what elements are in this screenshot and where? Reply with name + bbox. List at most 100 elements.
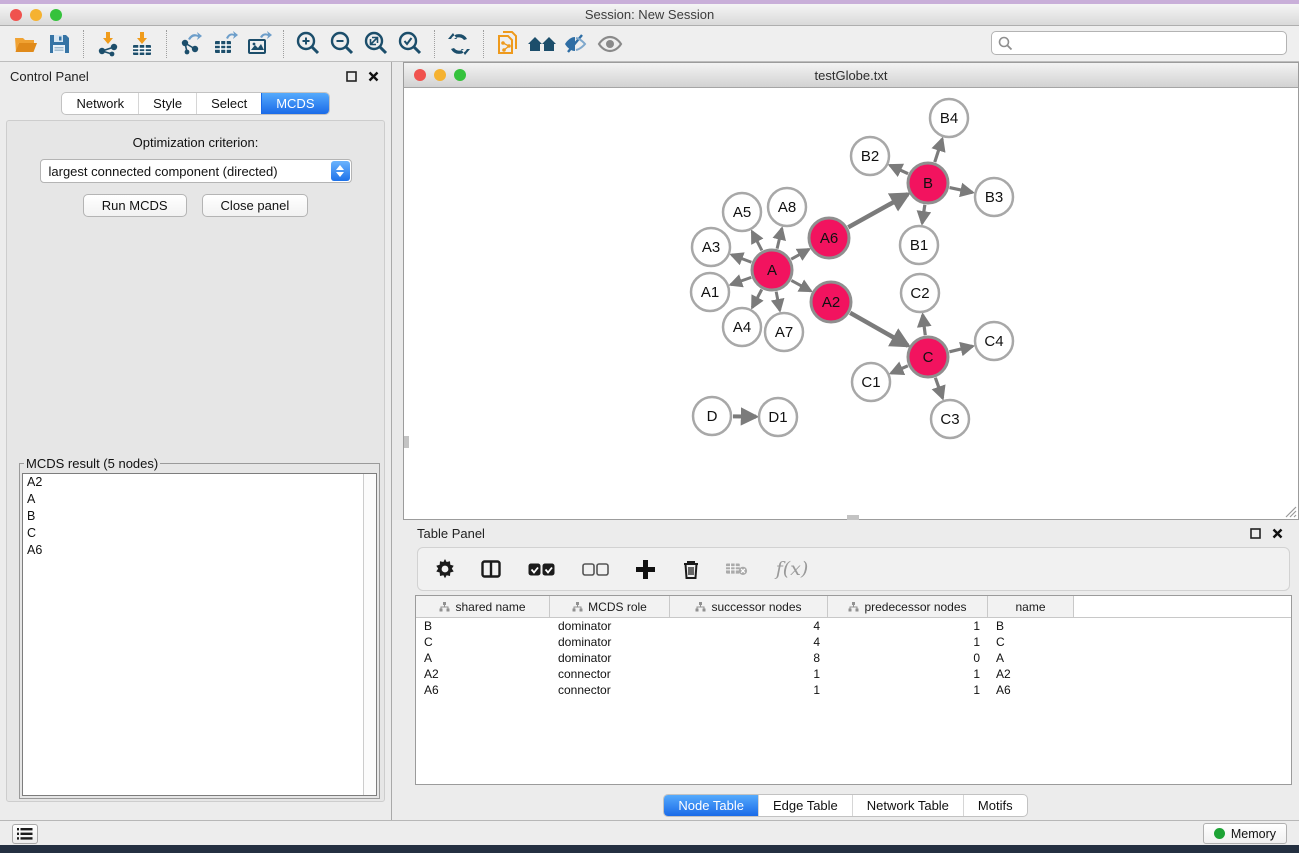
graph-edge-A-A5[interactable] <box>752 232 762 251</box>
search-input[interactable] <box>991 31 1287 55</box>
graph-edge-B-B4[interactable] <box>935 139 942 162</box>
table-cell[interactable]: connector <box>550 682 670 698</box>
table-cell[interactable]: 1 <box>670 682 828 698</box>
show-graphics-details-icon[interactable] <box>593 29 627 59</box>
criterion-select[interactable]: largest connected component (directed) <box>40 159 352 183</box>
graph-edge-B-B2[interactable] <box>890 165 908 173</box>
result-list-item[interactable]: B <box>23 508 376 525</box>
table-close-panel-icon[interactable] <box>1269 525 1285 541</box>
table-cell[interactable]: 1 <box>828 682 988 698</box>
resize-grip-icon[interactable] <box>1283 504 1297 518</box>
table-cell[interactable]: 1 <box>828 634 988 650</box>
tab-network[interactable]: Network <box>62 93 138 114</box>
tab-select[interactable]: Select <box>196 93 261 114</box>
graph-node-C4[interactable]: C4 <box>975 322 1013 360</box>
import-network-icon[interactable] <box>91 29 125 59</box>
copy-network-icon[interactable] <box>491 29 525 59</box>
graph-node-A6[interactable]: A6 <box>809 218 849 258</box>
column-header-predecessor-nodes[interactable]: predecessor nodes <box>828 596 988 617</box>
network-graph[interactable]: AA1A2A3A4A5A6A7A8BB1B2B3B4CC1C2C3C4DD1 <box>404 88 1298 518</box>
zoom-fit-icon[interactable] <box>359 29 393 59</box>
graph-edge-A-A4[interactable] <box>752 289 762 307</box>
table-row[interactable]: A2connector11A2 <box>416 666 1291 682</box>
table-cell[interactable]: 1 <box>828 618 988 634</box>
result-list-item[interactable]: C <box>23 525 376 542</box>
table-cell[interactable]: A6 <box>416 682 550 698</box>
memory-button[interactable]: Memory <box>1203 823 1287 844</box>
close-panel-icon[interactable] <box>365 68 381 84</box>
graph-edge-A2-C[interactable] <box>850 313 908 346</box>
column-header-successor-nodes[interactable]: successor nodes <box>670 596 828 617</box>
result-list-scrollbar[interactable] <box>363 474 376 795</box>
export-network-icon[interactable] <box>174 29 208 59</box>
graph-edge-A-A2[interactable] <box>791 280 810 291</box>
tab-mcds[interactable]: MCDS <box>261 93 328 114</box>
result-list-item[interactable]: A <box>23 491 376 508</box>
graph-node-A5[interactable]: A5 <box>723 193 761 231</box>
table-cell[interactable]: A <box>988 650 1074 666</box>
graph-node-B1[interactable]: B1 <box>900 226 938 264</box>
graph-edge-C-C4[interactable] <box>949 346 972 352</box>
change-table-mode-icon[interactable] <box>480 558 502 580</box>
home-views-icon[interactable] <box>525 29 559 59</box>
zoom-in-icon[interactable] <box>291 29 325 59</box>
hide-graphics-details-icon[interactable] <box>559 29 593 59</box>
table-cell[interactable]: C <box>988 634 1074 650</box>
node-table[interactable]: shared nameMCDS rolesuccessor nodesprede… <box>415 595 1292 785</box>
tab-style[interactable]: Style <box>138 93 196 114</box>
table-row[interactable]: A6connector11A6 <box>416 682 1291 698</box>
column-header-shared-name[interactable]: shared name <box>416 596 550 617</box>
graph-node-A4[interactable]: A4 <box>723 308 761 346</box>
table-cell[interactable]: 4 <box>670 618 828 634</box>
unselect-all-columns-icon[interactable] <box>580 558 610 580</box>
graph-edge-A-A1[interactable] <box>731 277 752 284</box>
zoom-out-icon[interactable] <box>325 29 359 59</box>
graph-node-A[interactable]: A <box>752 250 792 290</box>
graph-node-A8[interactable]: A8 <box>768 188 806 226</box>
graph-node-D[interactable]: D <box>693 397 731 435</box>
table-settings-gear-icon[interactable] <box>434 558 456 580</box>
graph-node-C3[interactable]: C3 <box>931 400 969 438</box>
create-column-icon[interactable] <box>634 558 656 580</box>
export-table-icon[interactable] <box>208 29 242 59</box>
table-cell[interactable]: A2 <box>416 666 550 682</box>
graph-node-B3[interactable]: B3 <box>975 178 1013 216</box>
graph-edge-A-A3[interactable] <box>732 255 752 262</box>
export-image-icon[interactable] <box>242 29 276 59</box>
graph-node-C2[interactable]: C2 <box>901 274 939 312</box>
table-cell[interactable]: dominator <box>550 618 670 634</box>
run-mcds-button[interactable]: Run MCDS <box>83 194 187 217</box>
graph-edge-C-C2[interactable] <box>923 315 926 335</box>
close-panel-button[interactable]: Close panel <box>202 194 309 217</box>
open-folder-icon[interactable] <box>8 29 42 59</box>
graph-edge-A-A6[interactable] <box>791 249 809 259</box>
table-cell[interactable]: A2 <box>988 666 1074 682</box>
table-cell[interactable]: 4 <box>670 634 828 650</box>
table-cell[interactable]: dominator <box>550 634 670 650</box>
graph-node-B[interactable]: B <box>908 163 948 203</box>
graph-node-A3[interactable]: A3 <box>692 228 730 266</box>
table-float-panel-icon[interactable] <box>1247 525 1263 541</box>
table-cell[interactable]: 1 <box>670 666 828 682</box>
table-tab-node-table[interactable]: Node Table <box>664 795 758 816</box>
graph-edge-C-C3[interactable] <box>935 378 942 399</box>
table-row[interactable]: Cdominator41C <box>416 634 1291 650</box>
graph-node-C1[interactable]: C1 <box>852 363 890 401</box>
table-cell[interactable]: 8 <box>670 650 828 666</box>
graph-edge-C-C1[interactable] <box>891 366 908 373</box>
show-panels-list-icon[interactable] <box>12 824 38 844</box>
select-all-columns-icon[interactable] <box>526 558 556 580</box>
function-builder-icon[interactable]: f(x) <box>772 558 812 580</box>
table-cell[interactable]: dominator <box>550 650 670 666</box>
table-cell[interactable]: A6 <box>988 682 1074 698</box>
result-list-item[interactable]: A2 <box>23 474 376 491</box>
table-row[interactable]: Bdominator41B <box>416 618 1291 634</box>
graph-node-B4[interactable]: B4 <box>930 99 968 137</box>
table-cell[interactable]: connector <box>550 666 670 682</box>
graph-node-D1[interactable]: D1 <box>759 398 797 436</box>
graph-node-A1[interactable]: A1 <box>691 273 729 311</box>
save-icon[interactable] <box>42 29 76 59</box>
table-tab-motifs[interactable]: Motifs <box>963 795 1027 816</box>
table-row[interactable]: Adominator80A <box>416 650 1291 666</box>
float-panel-icon[interactable] <box>343 68 359 84</box>
